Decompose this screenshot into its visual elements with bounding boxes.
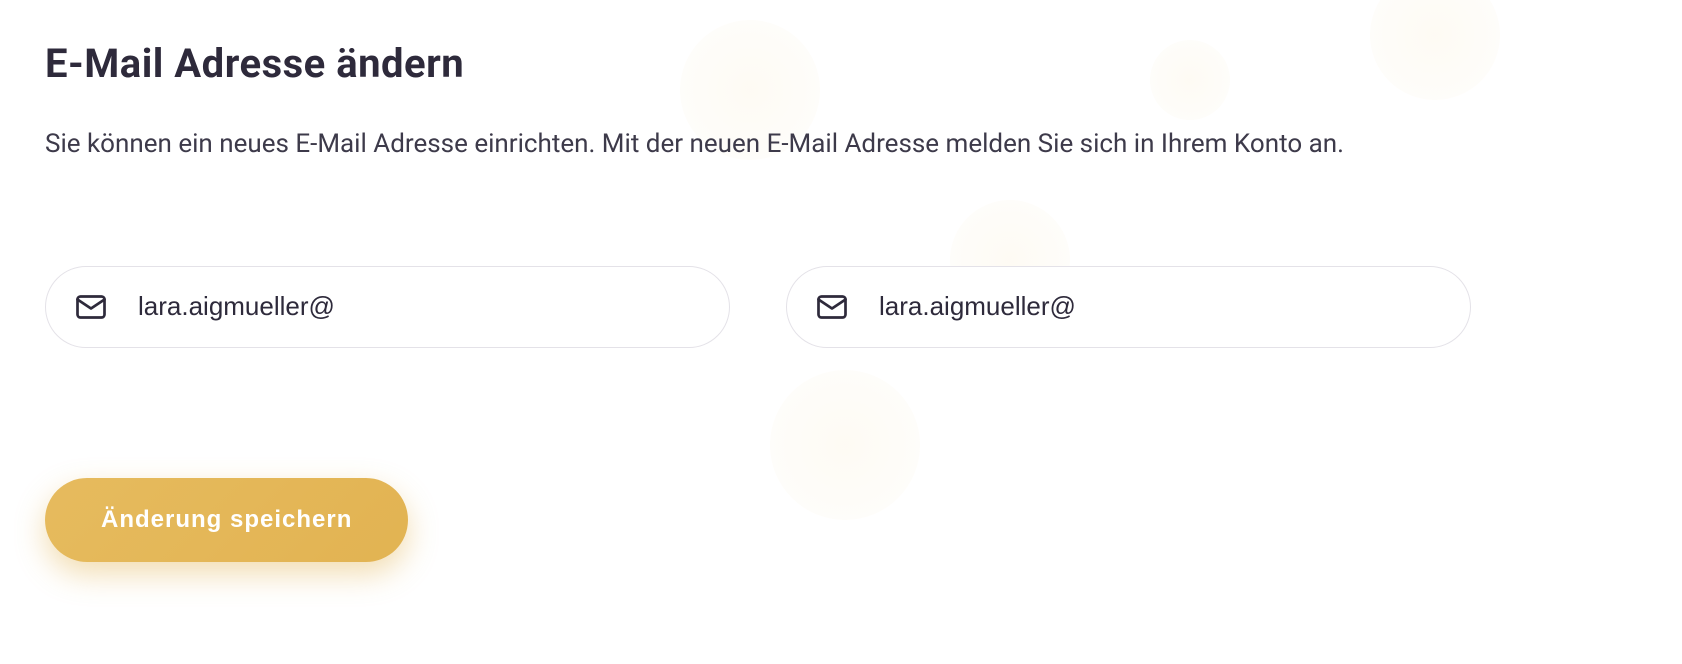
email-field-wrapper — [45, 266, 730, 348]
email-input-confirm[interactable] — [786, 266, 1471, 348]
email-form-row — [45, 266, 1637, 348]
save-changes-button[interactable]: Änderung speichern — [45, 478, 408, 562]
email-input-primary[interactable] — [45, 266, 730, 348]
page-description: Sie können ein neues E-Mail Adresse einr… — [45, 123, 1445, 166]
email-confirm-field-wrapper — [786, 266, 1471, 348]
page-title: E-Mail Adresse ändern — [45, 40, 1637, 87]
